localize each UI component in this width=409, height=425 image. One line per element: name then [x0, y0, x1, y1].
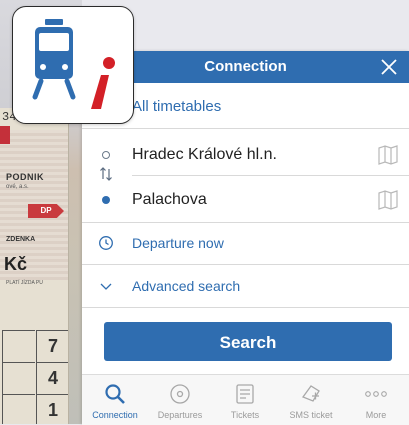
divider: [82, 128, 409, 129]
background-ticket: 34 PODNIK ové, a.s. DP ZDENKA Kč PLATÍ J…: [0, 108, 69, 424]
divider: [82, 307, 409, 308]
advanced-search-label: Advanced search: [132, 278, 241, 294]
departures-icon: [168, 382, 192, 406]
advanced-search-option[interactable]: Advanced search: [82, 266, 409, 306]
to-dot-icon: [102, 196, 110, 204]
search-button[interactable]: Search: [104, 322, 392, 361]
from-stop-name: Hradec Králové hl.n.: [132, 146, 277, 163]
ticket-podnik: PODNIK: [6, 172, 45, 182]
from-circle-icon: [102, 151, 110, 159]
map-icon[interactable]: [377, 145, 399, 165]
ticket-zdenka: ZDENKA: [6, 236, 36, 243]
tab-label: Departures: [157, 410, 203, 420]
ticket-grid-cell-empty: [2, 362, 35, 394]
tab-label: SMS ticket: [289, 410, 333, 420]
search-icon: [103, 382, 127, 406]
tab-label: Tickets: [230, 410, 260, 420]
tab-label: More: [365, 410, 387, 420]
tab-connection[interactable]: Connection: [82, 375, 148, 425]
all-timetables-link[interactable]: All timetables: [132, 98, 221, 115]
ticket-grid-cell: 4: [36, 362, 68, 394]
ticket-kc: Kč: [4, 254, 28, 274]
bottom-tab-bar: Connection Departures Tickets SMS ticket…: [82, 374, 409, 425]
tab-departures[interactable]: Departures: [147, 375, 213, 425]
tab-label: Connection: [92, 410, 138, 420]
ticket-grid-cell: 1: [36, 394, 68, 424]
ticket-red-mark: [0, 126, 10, 144]
ticket-grid-cell-empty: [2, 394, 35, 424]
to-stop-field[interactable]: Palachova: [82, 180, 409, 220]
map-icon[interactable]: [377, 190, 399, 210]
ticket-dp-tag: DP: [28, 204, 64, 218]
ticket-icon: [233, 382, 257, 406]
tab-sms-ticket[interactable]: SMS ticket: [278, 375, 344, 425]
tab-more[interactable]: More: [343, 375, 409, 425]
clock-icon: [98, 235, 114, 251]
more-icon: [364, 382, 388, 406]
to-stop-name: Palachova: [132, 191, 207, 208]
divider: [132, 175, 409, 176]
close-icon[interactable]: [377, 55, 401, 79]
departure-label: Departure now: [132, 235, 224, 251]
divider: [82, 264, 409, 265]
train-info-logo-icon: [32, 19, 115, 109]
tab-tickets[interactable]: Tickets: [212, 375, 278, 425]
sms-ticket-icon: [299, 382, 323, 406]
app-logo: [12, 6, 134, 124]
ticket-grid-cell: 7: [36, 330, 68, 362]
ticket-podnik-sub: ové, a.s.: [6, 184, 29, 190]
ticket-plati: PLATÍ JÍZDA PU: [6, 280, 43, 286]
ticket-grid-cell-empty: [2, 330, 35, 362]
departure-time-option[interactable]: Departure now: [82, 223, 409, 263]
from-stop-field[interactable]: Hradec Králové hl.n.: [82, 135, 409, 175]
chevron-down-icon: [98, 278, 114, 294]
